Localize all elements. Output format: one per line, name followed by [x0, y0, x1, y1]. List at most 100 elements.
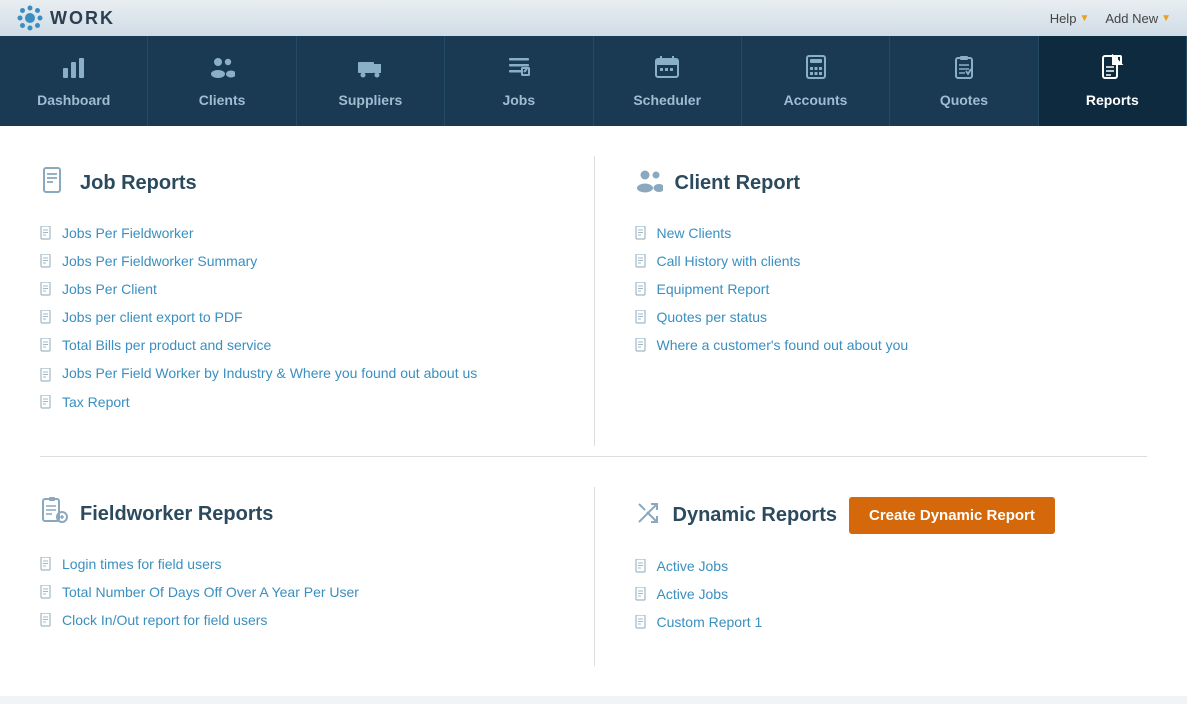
- report-link[interactable]: Call History with clients: [657, 253, 801, 269]
- list-item: Where a customer's found out about you: [635, 331, 1128, 359]
- dynamic-reports-section: Dynamic Reports Create Dynamic Report Ac…: [594, 487, 1148, 666]
- section-divider: [40, 456, 1147, 457]
- report-link[interactable]: Total Number Of Days Off Over A Year Per…: [62, 584, 359, 600]
- list-item: Quotes per status: [635, 303, 1128, 331]
- report-link[interactable]: Equipment Report: [657, 281, 770, 297]
- nav-item-scheduler[interactable]: Scheduler: [594, 36, 742, 126]
- doc-icon: [635, 254, 649, 268]
- doc-icon: [40, 613, 54, 627]
- report-link[interactable]: Tax Report: [62, 394, 130, 410]
- client-reports-header: Client Report: [635, 166, 1128, 201]
- people-icon: [209, 54, 235, 86]
- job-reports-list: Jobs Per Fieldworker Jobs Per Fieldworke…: [40, 219, 574, 416]
- report-link[interactable]: Login times for field users: [62, 556, 222, 572]
- client-reports-title: Client Report: [675, 172, 801, 195]
- list-item: Jobs Per Fieldworker: [40, 219, 574, 247]
- report-link[interactable]: Total Bills per product and service: [62, 337, 271, 353]
- report-link[interactable]: Where a customer's found out about you: [657, 337, 909, 353]
- nav-item-accounts[interactable]: Accounts: [742, 36, 890, 126]
- doc-icon: [40, 585, 54, 599]
- list-item: Active Jobs: [635, 552, 1128, 580]
- report-link[interactable]: Jobs Per Fieldworker Summary: [62, 253, 257, 269]
- nav-item-reports[interactable]: Reports: [1039, 36, 1187, 126]
- list-item: Jobs Per Field Worker by Industry & Wher…: [40, 359, 574, 388]
- doc-icon: [40, 395, 54, 409]
- logo-area: WORK: [16, 4, 115, 32]
- client-reports-section: Client Report New Clients Call History w…: [594, 156, 1148, 446]
- fieldworker-reports-section: Fieldworker Reports Login times for fiel…: [40, 487, 594, 666]
- fieldworker-reports-list: Login times for field users Total Number…: [40, 550, 574, 634]
- client-reports-icon: [635, 166, 663, 201]
- doc-icon: [40, 310, 54, 324]
- top-right-links: Help ▼ Add New ▼: [1050, 11, 1171, 26]
- shuffle-icon: [635, 500, 661, 532]
- report-link[interactable]: Clock In/Out report for field users: [62, 612, 267, 628]
- create-dynamic-report-button[interactable]: Create Dynamic Report: [849, 497, 1055, 534]
- report-link[interactable]: Jobs Per Field Worker by Industry & Wher…: [62, 365, 477, 381]
- doc-icon: [635, 310, 649, 324]
- doc-icon: [635, 226, 649, 240]
- job-reports-title: Job Reports: [80, 172, 197, 195]
- bottom-reports-grid: Fieldworker Reports Login times for fiel…: [40, 477, 1147, 666]
- file-text-icon: [1099, 54, 1125, 86]
- report-link[interactable]: Active Jobs: [657, 558, 729, 574]
- report-link[interactable]: Jobs Per Fieldworker: [62, 225, 194, 241]
- list-item: Call History with clients: [635, 247, 1128, 275]
- bar-chart-icon: [61, 54, 87, 86]
- report-link[interactable]: Quotes per status: [657, 309, 768, 325]
- help-dropdown-arrow: ▼: [1079, 13, 1089, 24]
- fieldworker-reports-icon: [40, 497, 68, 532]
- fieldworker-reports-header: Fieldworker Reports: [40, 497, 574, 532]
- job-reports-header: Job Reports: [40, 166, 574, 201]
- list-item: Custom Report 1: [635, 608, 1128, 636]
- list-item: Clock In/Out report for field users: [40, 606, 574, 634]
- list-item: Equipment Report: [635, 275, 1128, 303]
- add-new-link[interactable]: Add New ▼: [1105, 11, 1171, 26]
- doc-icon: [40, 338, 54, 352]
- doc-icon: [635, 338, 649, 352]
- doc-icon: [40, 557, 54, 571]
- doc-icon: [40, 254, 54, 268]
- report-link[interactable]: Active Jobs: [657, 586, 729, 602]
- client-reports-list: New Clients Call History with clients Eq…: [635, 219, 1128, 359]
- truck-icon: [357, 54, 383, 86]
- report-link[interactable]: Jobs Per Client: [62, 281, 157, 297]
- add-new-dropdown-arrow: ▼: [1161, 13, 1171, 24]
- doc-icon: [635, 615, 649, 629]
- report-link[interactable]: Jobs per client export to PDF: [62, 309, 243, 325]
- list-item: Login times for field users: [40, 550, 574, 578]
- nav-item-dashboard[interactable]: Dashboard: [0, 36, 148, 126]
- nav-item-suppliers[interactable]: Suppliers: [297, 36, 445, 126]
- dynamic-reports-title: Dynamic Reports: [673, 504, 838, 527]
- doc-icon: [635, 587, 649, 601]
- job-reports-section: Job Reports Jobs Per Fieldworker Jobs Pe…: [40, 156, 594, 446]
- doc-icon: [40, 282, 54, 296]
- main-nav: Dashboard Clients Suppliers: [0, 36, 1187, 126]
- list-item: Active Jobs: [635, 580, 1128, 608]
- dynamic-reports-header: Dynamic Reports Create Dynamic Report: [635, 497, 1128, 534]
- list-item: Jobs per client export to PDF: [40, 303, 574, 331]
- doc-icon: [635, 282, 649, 296]
- help-link[interactable]: Help ▼: [1050, 11, 1090, 26]
- list-icon: [506, 54, 532, 86]
- top-bar: WORK Help ▼ Add New ▼: [0, 0, 1187, 36]
- calculator-icon: [803, 54, 829, 86]
- nav-item-quotes[interactable]: Quotes: [890, 36, 1038, 126]
- list-item: Tax Report: [40, 388, 574, 416]
- report-link[interactable]: New Clients: [657, 225, 732, 241]
- logo-icon: [16, 4, 44, 32]
- nav-item-clients[interactable]: Clients: [148, 36, 296, 126]
- dynamic-reports-list: Active Jobs Active Jobs Custom Report 1: [635, 552, 1128, 636]
- list-item: Jobs Per Fieldworker Summary: [40, 247, 574, 275]
- list-item: Jobs Per Client: [40, 275, 574, 303]
- doc-icon: [40, 226, 54, 240]
- main-content: Job Reports Jobs Per Fieldworker Jobs Pe…: [0, 126, 1187, 696]
- report-link[interactable]: Custom Report 1: [657, 614, 763, 630]
- list-item: Total Number Of Days Off Over A Year Per…: [40, 578, 574, 606]
- calendar-icon: [654, 54, 680, 86]
- job-reports-icon: [40, 166, 68, 201]
- clipboard-icon: [951, 54, 977, 86]
- top-reports-grid: Job Reports Jobs Per Fieldworker Jobs Pe…: [40, 156, 1147, 446]
- nav-item-jobs[interactable]: Jobs: [445, 36, 593, 126]
- list-item: New Clients: [635, 219, 1128, 247]
